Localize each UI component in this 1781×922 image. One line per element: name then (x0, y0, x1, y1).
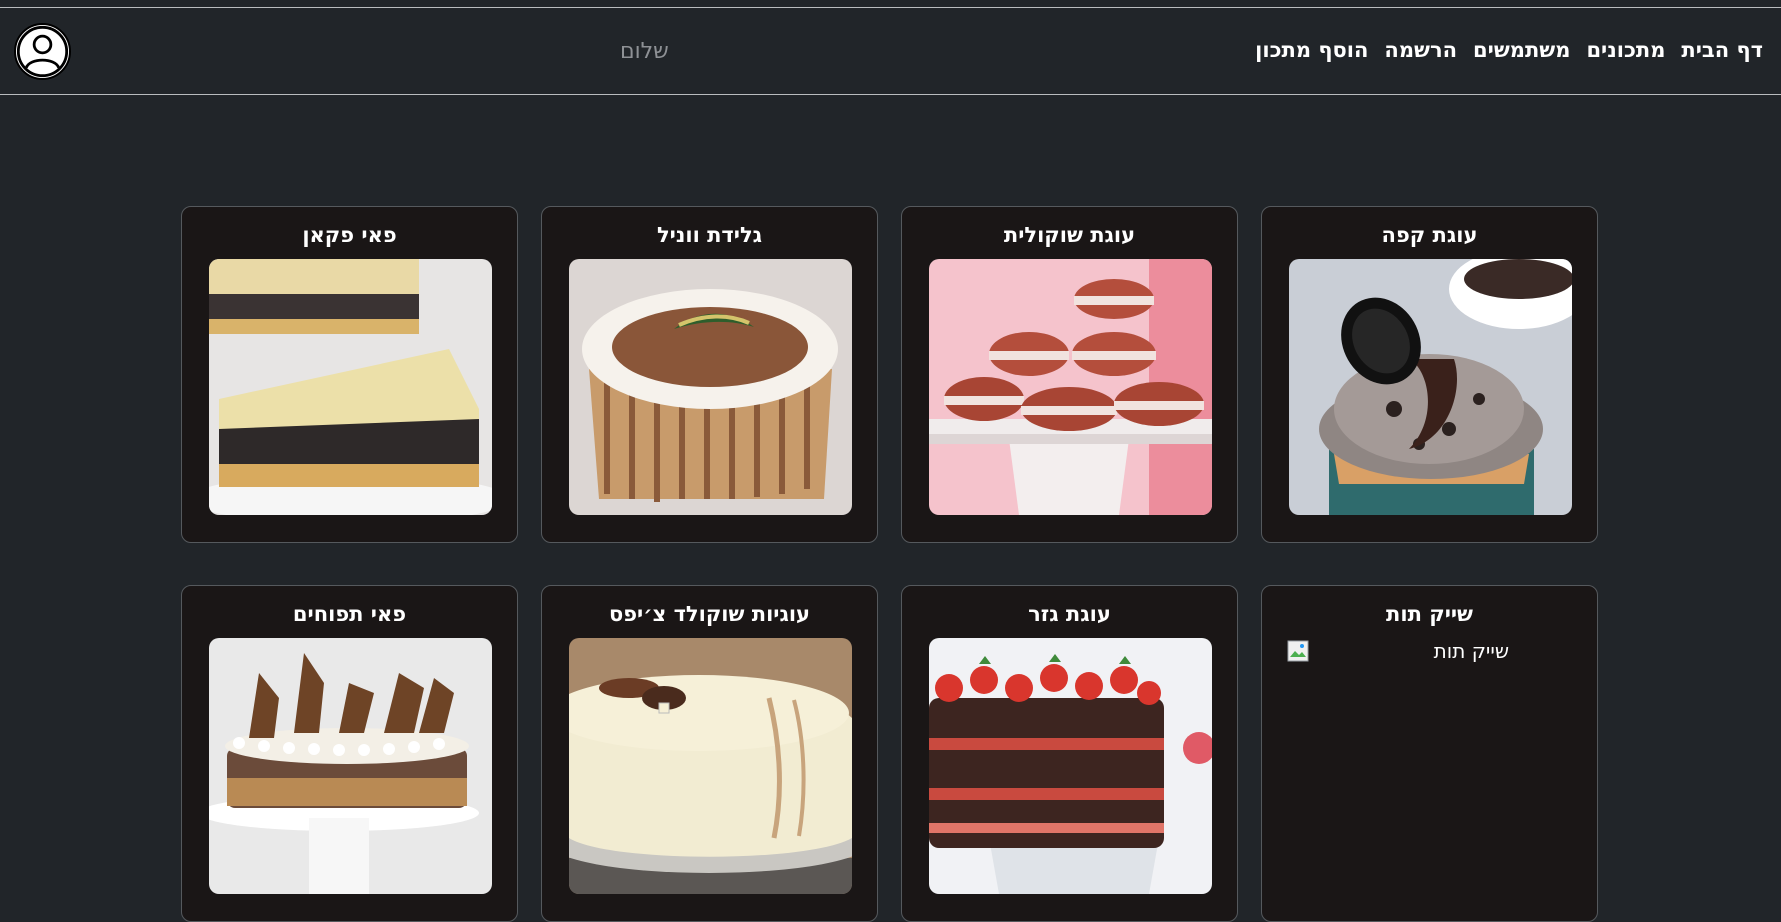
recipe-card[interactable]: עוגת קפה (1261, 206, 1598, 543)
navbar: דף הבית מתכונים משתמשים הרשמה הוסף מתכון… (0, 8, 1781, 95)
user-avatar-button[interactable] (14, 23, 71, 80)
recipe-card[interactable]: פאי פקאן (181, 206, 518, 543)
broken-image-icon (1287, 640, 1309, 662)
recipe-image (569, 638, 852, 894)
recipe-card[interactable]: גלידת ווניל (541, 206, 878, 543)
nav-links: דף הבית מתכונים משתמשים הרשמה הוסף מתכון (1255, 38, 1763, 62)
recipe-card[interactable]: פאי תפוחים (181, 585, 518, 922)
recipe-title: עוגת קפה (1381, 223, 1478, 247)
nav-link-recipes[interactable]: מתכונים (1586, 38, 1665, 62)
recipe-image (1289, 259, 1572, 515)
recipe-image (209, 259, 492, 515)
broken-image: שייק תות (1287, 639, 1570, 663)
recipe-title: גלידת ווניל (656, 223, 763, 247)
recipe-title: עוגת גזר (1028, 602, 1111, 626)
nav-link-register[interactable]: הרשמה (1384, 38, 1457, 62)
image-alt-text: שייק תות (1433, 639, 1509, 663)
recipe-image (929, 259, 1212, 515)
recipe-title: עוגיות שוקולד צ׳יפס (608, 602, 811, 626)
recipe-title: שייק תות (1386, 602, 1473, 626)
recipe-title: פאי פקאן (302, 223, 397, 247)
recipe-card[interactable]: שייק תות שייק תות (1261, 585, 1598, 922)
recipe-title: עוגת שוקולית (1003, 223, 1136, 247)
nav-link-home[interactable]: דף הבית (1681, 38, 1763, 62)
recipe-card[interactable]: עוגיות שוקולד צ׳יפס (541, 585, 878, 922)
recipe-image (569, 259, 852, 515)
recipe-grid: עוגת קפה עוגת שוקולית גלידת ווניל פאי פק… (178, 206, 1598, 922)
recipe-image (209, 638, 492, 894)
greeting-text: שלום (620, 39, 669, 64)
nav-link-add-recipe[interactable]: הוסף מתכון (1255, 38, 1368, 62)
recipe-card[interactable]: עוגת שוקולית (901, 206, 1238, 543)
nav-link-users[interactable]: משתמשים (1473, 38, 1570, 62)
recipe-card[interactable]: עוגת גזר (901, 585, 1238, 922)
recipe-title: פאי תפוחים (292, 602, 407, 626)
user-circle-icon (16, 25, 69, 78)
recipe-image (929, 638, 1212, 894)
